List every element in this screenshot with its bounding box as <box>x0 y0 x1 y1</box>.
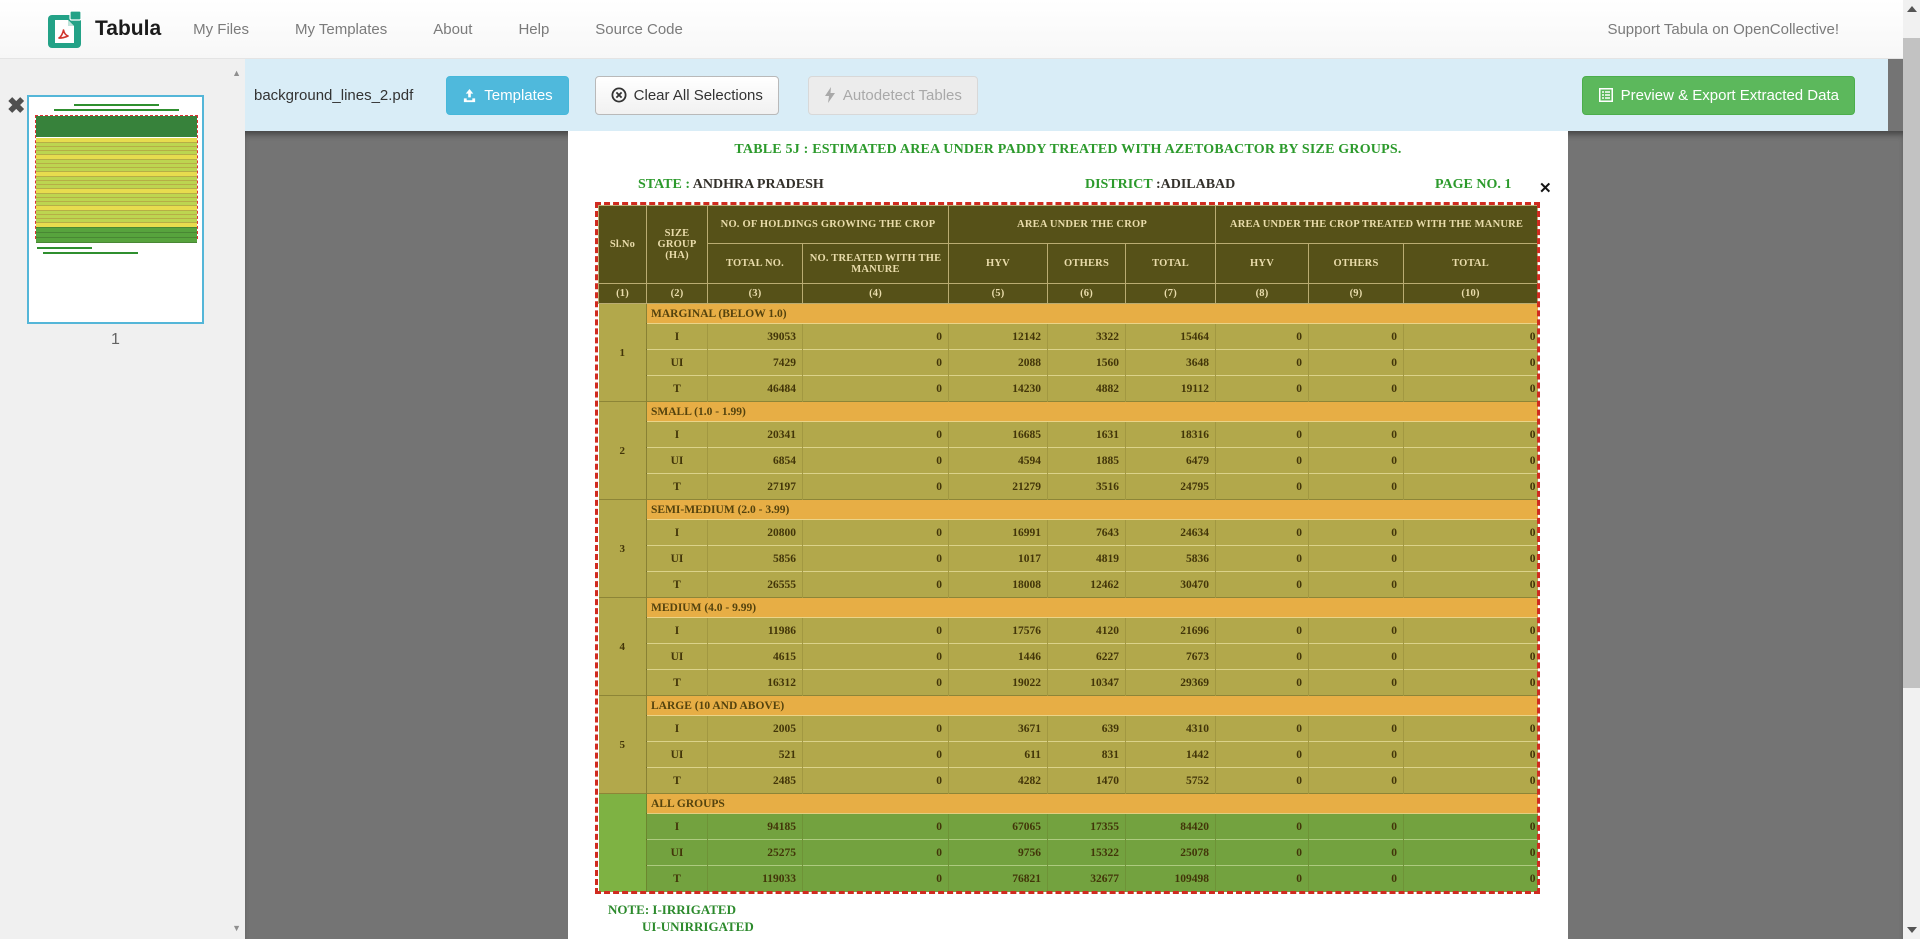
district-label: DISTRICT <box>1085 177 1152 192</box>
nav-link-about[interactable]: About <box>433 21 472 38</box>
note-line-1: NOTE: I-IRRIGATED <box>608 901 754 918</box>
scrollbar-thumb[interactable] <box>1903 38 1920 688</box>
selection-box[interactable] <box>595 202 1540 894</box>
document-meta-line: STATE : ANDHRA PRADESH DISTRICT :ADILABA… <box>568 177 1568 197</box>
page-thumbnail-sidebar: ✖ 1 ▲ ▼ <box>0 59 245 939</box>
district-value: :ADILABAD <box>1156 177 1235 192</box>
autodetect-tables-label: Autodetect Tables <box>843 87 962 104</box>
remove-circle-icon <box>611 87 627 103</box>
thumb-subtitle-line <box>54 109 179 111</box>
remove-page-icon[interactable]: ✖ <box>7 95 25 117</box>
nav-links: My Files My Templates About Help Source … <box>193 21 683 38</box>
note-line-2: UI-UNIRRIGATED <box>608 918 754 935</box>
support-link[interactable]: Support Tabula on OpenCollective! <box>1607 21 1839 38</box>
lightning-bolt-icon <box>824 87 836 103</box>
scroll-down-icon[interactable] <box>1907 927 1917 933</box>
state-label: STATE : <box>638 177 690 192</box>
thumb-title-line <box>74 104 159 106</box>
document-title: TABLE 5J : ESTIMATED AREA UNDER PADDY TR… <box>568 142 1568 158</box>
selection-close-icon[interactable]: ✕ <box>1539 179 1552 197</box>
thumb-note-line <box>37 247 92 249</box>
autodetect-tables-button[interactable]: Autodetect Tables <box>808 76 978 115</box>
scroll-up-icon[interactable] <box>1907 6 1917 12</box>
thumb-table-preview <box>35 115 198 239</box>
nav-link-source-code[interactable]: Source Code <box>595 21 683 38</box>
document-note: NOTE: I-IRRIGATED UI-UNIRRIGATED <box>608 901 754 935</box>
vertical-scrollbar[interactable] <box>1903 0 1920 939</box>
sidebar-scroll-down-icon[interactable]: ▼ <box>232 923 241 933</box>
top-navbar: Tabula My Files My Templates About Help … <box>0 0 1903 59</box>
preview-export-button[interactable]: Preview & Export Extracted Data <box>1582 76 1855 115</box>
thumb-note-line2 <box>43 252 138 254</box>
page-no-label: PAGE NO. 1 <box>1435 177 1511 193</box>
pdf-page[interactable]: TABLE 5J : ESTIMATED AREA UNDER PADDY TR… <box>568 131 1568 939</box>
nav-link-my-templates[interactable]: My Templates <box>295 21 387 38</box>
pdf-viewer: TABLE 5J : ESTIMATED AREA UNDER PADDY TR… <box>245 131 1903 939</box>
templates-button-label: Templates <box>484 87 552 104</box>
tabula-logo-icon <box>46 8 86 50</box>
preview-export-label: Preview & Export Extracted Data <box>1621 87 1839 104</box>
open-filename: background_lines_2.pdf <box>254 87 413 104</box>
nav-link-help[interactable]: Help <box>518 21 549 38</box>
sidebar-scroll-up-icon[interactable]: ▲ <box>232 68 241 78</box>
nav-link-my-files[interactable]: My Files <box>193 21 249 38</box>
page-thumbnail[interactable] <box>27 95 204 324</box>
brand-title: Tabula <box>95 17 161 41</box>
page-number-label: 1 <box>27 331 204 349</box>
main-content: background_lines_2.pdf Templates Clear A… <box>245 59 1903 939</box>
clear-all-selections-button[interactable]: Clear All Selections <box>595 76 779 115</box>
clear-all-selections-label: Clear All Selections <box>634 87 763 104</box>
templates-button[interactable]: Templates <box>446 76 568 115</box>
upload-icon <box>462 88 477 103</box>
toolbar: background_lines_2.pdf Templates Clear A… <box>245 59 1888 131</box>
state-value: ANDHRA PRADESH <box>693 177 824 192</box>
table-list-icon <box>1598 87 1614 103</box>
